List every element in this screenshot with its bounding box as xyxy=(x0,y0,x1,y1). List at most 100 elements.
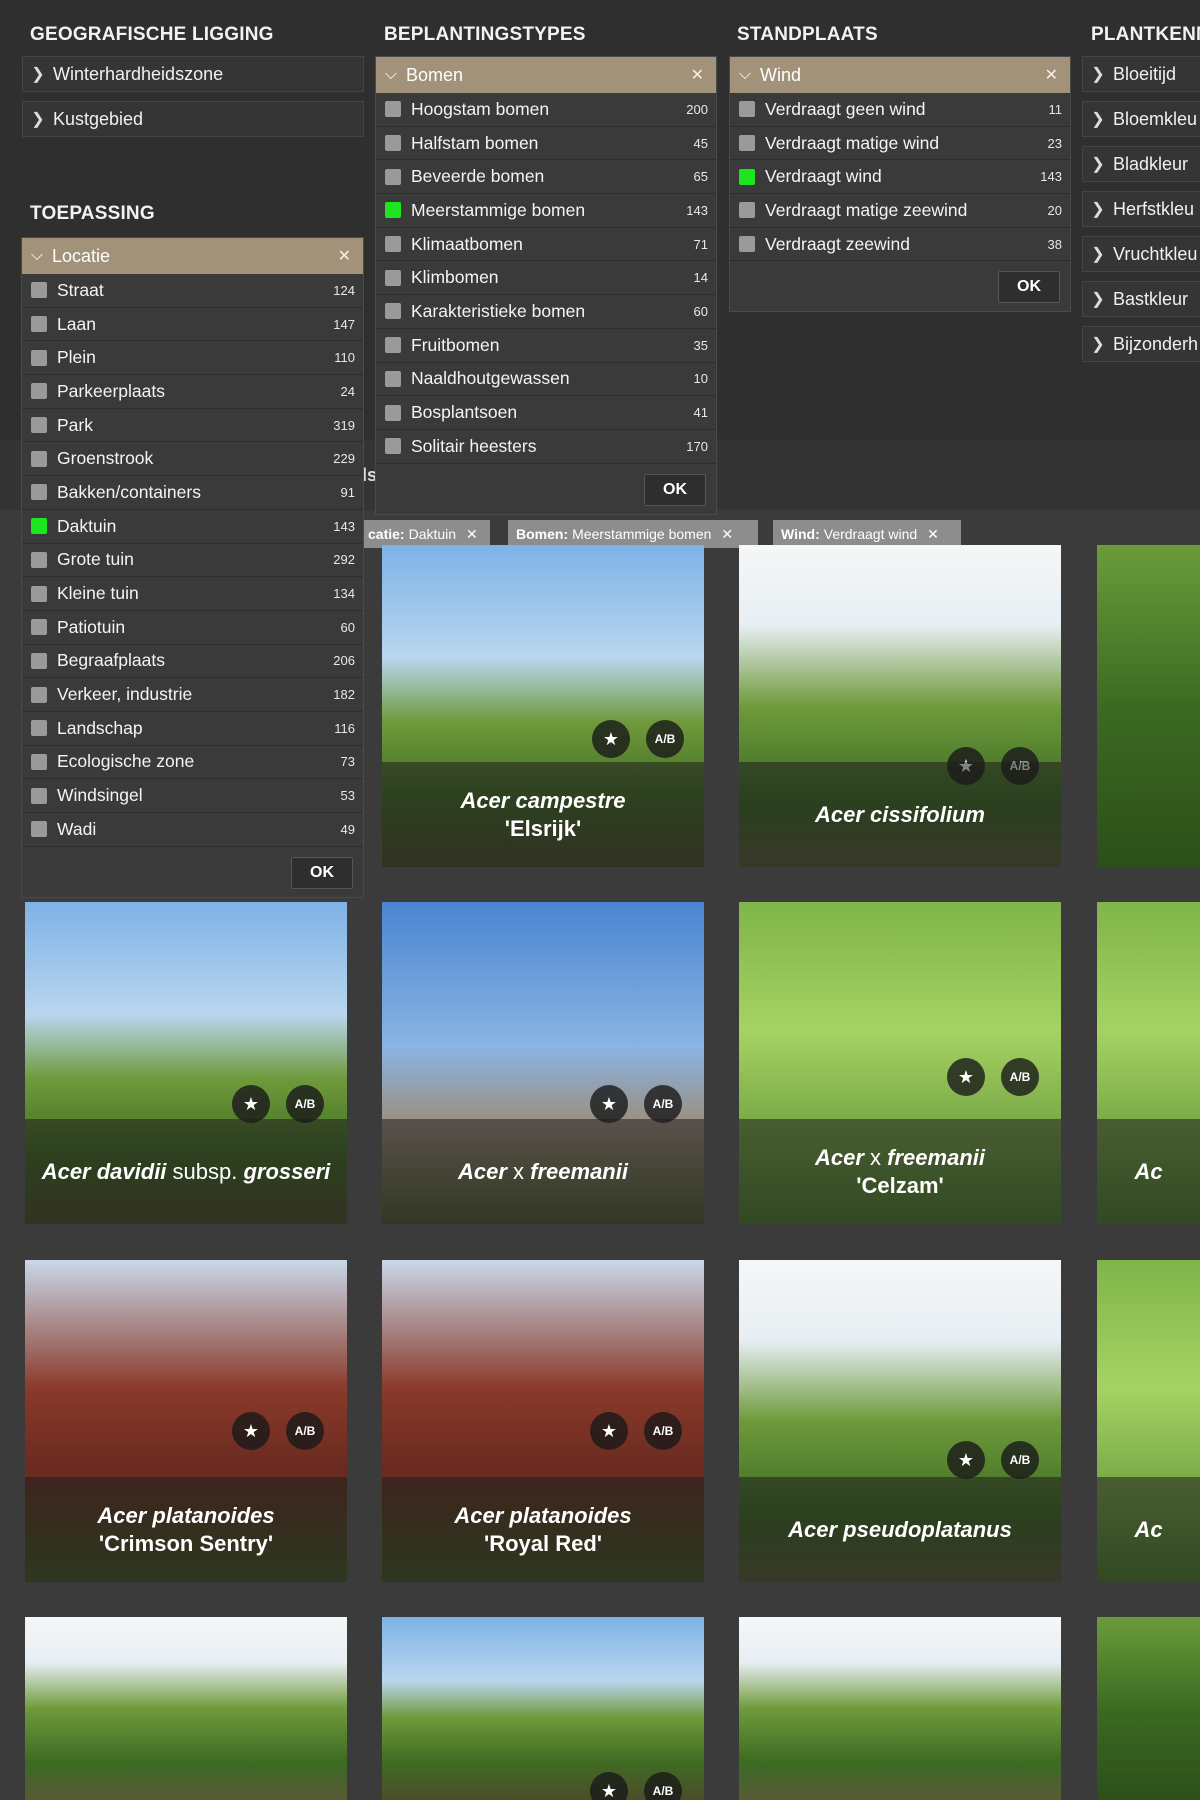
filter-bastkleur[interactable]: ❯ Bastkleur xyxy=(1082,281,1200,317)
locatie-panel-header[interactable]: ⌵ Locatie ✕ xyxy=(22,238,363,274)
checkbox[interactable] xyxy=(385,202,401,219)
filter-option[interactable]: Straat 124 xyxy=(22,274,363,308)
filter-option[interactable]: Verdraagt zeewind 38 xyxy=(730,228,1070,262)
close-icon[interactable]: ✕ xyxy=(466,526,478,543)
result-tile-11[interactable]: Ac xyxy=(1097,1260,1200,1582)
checkbox[interactable] xyxy=(31,585,47,602)
checkbox[interactable] xyxy=(31,450,47,467)
filter-bijzonderheden[interactable]: ❯ Bijzonderh xyxy=(1082,326,1200,362)
ab-compare-icon[interactable]: A/B xyxy=(1001,1058,1039,1096)
filter-bladkleur[interactable]: ❯ Bladkleur xyxy=(1082,146,1200,182)
filter-option[interactable]: Beveerde bomen 65 xyxy=(376,160,716,195)
filter-option[interactable]: Plein 110 xyxy=(22,341,363,376)
ab-compare-icon[interactable]: A/B xyxy=(646,720,684,758)
ab-compare-icon[interactable]: A/B xyxy=(1001,1441,1039,1479)
checkbox[interactable] xyxy=(739,236,755,253)
result-tile-1[interactable]: ★ A/B Acer campestre 'Elsrijk' xyxy=(382,545,704,867)
checkbox[interactable] xyxy=(31,282,47,299)
checkbox[interactable] xyxy=(385,337,401,354)
filter-option[interactable]: Windsingel 53 xyxy=(22,779,363,813)
filter-option[interactable]: Bakken/containers 91 xyxy=(22,476,363,510)
filter-option[interactable]: Begraafplaats 206 xyxy=(22,645,363,679)
checkbox[interactable] xyxy=(385,135,401,152)
checkbox[interactable] xyxy=(739,101,755,118)
result-tile-4[interactable]: ★ A/B Acer davidii subsp. grosseri xyxy=(25,902,347,1224)
close-icon[interactable]: ✕ xyxy=(338,246,351,266)
filter-bloeitijd[interactable]: ❯ Bloeitijd xyxy=(1082,56,1200,92)
filter-option[interactable]: Landschap 116 xyxy=(22,712,363,746)
chip-bomen[interactable]: Bomen: Meerstammige bomen ✕ xyxy=(508,520,758,548)
filter-option[interactable]: Verdraagt matige wind 23 xyxy=(730,127,1070,161)
result-tile-9[interactable]: ★ A/B Acer platanoides 'Royal Red' xyxy=(382,1260,704,1582)
wind-panel-header[interactable]: ⌵ Wind ✕ xyxy=(730,57,1070,93)
close-icon[interactable]: ✕ xyxy=(691,65,704,85)
checkbox[interactable] xyxy=(385,168,401,185)
filter-option[interactable]: Naaldhoutgewassen 10 xyxy=(376,363,716,397)
checkbox[interactable] xyxy=(31,349,47,366)
filter-bloemkleur[interactable]: ❯ Bloemkleu xyxy=(1082,101,1200,137)
star-icon[interactable]: ★ xyxy=(232,1412,270,1450)
filter-winterhardheidszone[interactable]: ❯ Winterhardheidszone xyxy=(22,56,364,92)
filter-option[interactable]: Klimaatbomen 71 xyxy=(376,228,716,262)
checkbox[interactable] xyxy=(385,404,401,421)
checkbox[interactable] xyxy=(739,135,755,152)
filter-option[interactable]: Verdraagt wind 143 xyxy=(730,160,1070,195)
checkbox[interactable] xyxy=(31,518,47,535)
checkbox[interactable] xyxy=(739,202,755,219)
checkbox[interactable] xyxy=(31,551,47,568)
result-tile-7[interactable]: Ac xyxy=(1097,902,1200,1224)
checkbox[interactable] xyxy=(31,383,47,400)
close-icon[interactable]: ✕ xyxy=(721,526,733,543)
result-tile-6[interactable]: ★ A/B Acer x freemanii 'Celzam' xyxy=(739,902,1061,1224)
locatie-ok-button[interactable]: OK xyxy=(291,856,353,889)
ab-compare-icon[interactable]: A/B xyxy=(644,1412,682,1450)
bomen-panel-header[interactable]: ⌵ Bomen ✕ xyxy=(376,57,716,93)
ab-compare-icon[interactable]: A/B xyxy=(644,1085,682,1123)
result-tile-14[interactable] xyxy=(739,1617,1061,1800)
filter-herfstkleur[interactable]: ❯ Herfstkleu xyxy=(1082,191,1200,227)
filter-option[interactable]: Groenstrook 229 xyxy=(22,442,363,477)
result-tile-13[interactable]: ★ A/B xyxy=(382,1617,704,1800)
star-icon[interactable]: ★ xyxy=(590,1412,628,1450)
filter-option[interactable]: Verdraagt matige zeewind 20 xyxy=(730,194,1070,228)
result-tile-12[interactable] xyxy=(25,1617,347,1800)
filter-option[interactable]: Bosplantsoen 41 xyxy=(376,396,716,430)
filter-option[interactable]: Karakteristieke bomen 60 xyxy=(376,295,716,329)
star-icon[interactable]: ★ xyxy=(947,1441,985,1479)
checkbox[interactable] xyxy=(385,101,401,118)
result-tile-5[interactable]: ★ A/B Acer x freemanii xyxy=(382,902,704,1224)
star-icon[interactable]: ★ xyxy=(592,720,630,758)
checkbox[interactable] xyxy=(31,720,47,737)
checkbox[interactable] xyxy=(31,652,47,669)
checkbox[interactable] xyxy=(31,753,47,770)
close-icon[interactable]: ✕ xyxy=(1045,65,1058,85)
checkbox[interactable] xyxy=(385,269,401,286)
result-tile-8[interactable]: ★ A/B Acer platanoides 'Crimson Sentry' xyxy=(25,1260,347,1582)
result-tile-3[interactable] xyxy=(1097,545,1200,867)
checkbox[interactable] xyxy=(385,236,401,253)
checkbox[interactable] xyxy=(385,370,401,387)
star-icon[interactable]: ★ xyxy=(590,1085,628,1123)
checkbox[interactable] xyxy=(31,787,47,804)
checkbox[interactable] xyxy=(385,438,401,455)
bomen-ok-button[interactable]: OK xyxy=(644,473,706,506)
filter-vruchtkleur[interactable]: ❯ Vruchtkleu xyxy=(1082,236,1200,272)
star-icon[interactable]: ★ xyxy=(232,1085,270,1123)
checkbox[interactable] xyxy=(31,619,47,636)
filter-option[interactable]: Solitair heesters 170 xyxy=(376,430,716,464)
filter-option[interactable]: Kleine tuin 134 xyxy=(22,577,363,611)
ab-compare-icon[interactable]: A/B xyxy=(286,1412,324,1450)
chip-locatie[interactable]: catie: Daktuin ✕ xyxy=(360,520,490,548)
result-tile-15[interactable] xyxy=(1097,1617,1200,1800)
filter-option[interactable]: Park 319 xyxy=(22,409,363,443)
filter-option[interactable]: Daktuin 143 xyxy=(22,510,363,544)
ab-compare-icon[interactable]: A/B xyxy=(286,1085,324,1123)
filter-option[interactable]: Laan 147 xyxy=(22,308,363,342)
wind-ok-button[interactable]: OK xyxy=(998,271,1060,304)
filter-option[interactable]: Hoogstam bomen 200 xyxy=(376,93,716,127)
filter-option[interactable]: Parkeerplaats 24 xyxy=(22,375,363,409)
checkbox[interactable] xyxy=(31,686,47,703)
checkbox[interactable] xyxy=(31,316,47,333)
result-tile-2[interactable]: ★ A/B Acer cissifolium xyxy=(739,545,1061,867)
filter-option[interactable]: Patiotuin 60 xyxy=(22,611,363,645)
